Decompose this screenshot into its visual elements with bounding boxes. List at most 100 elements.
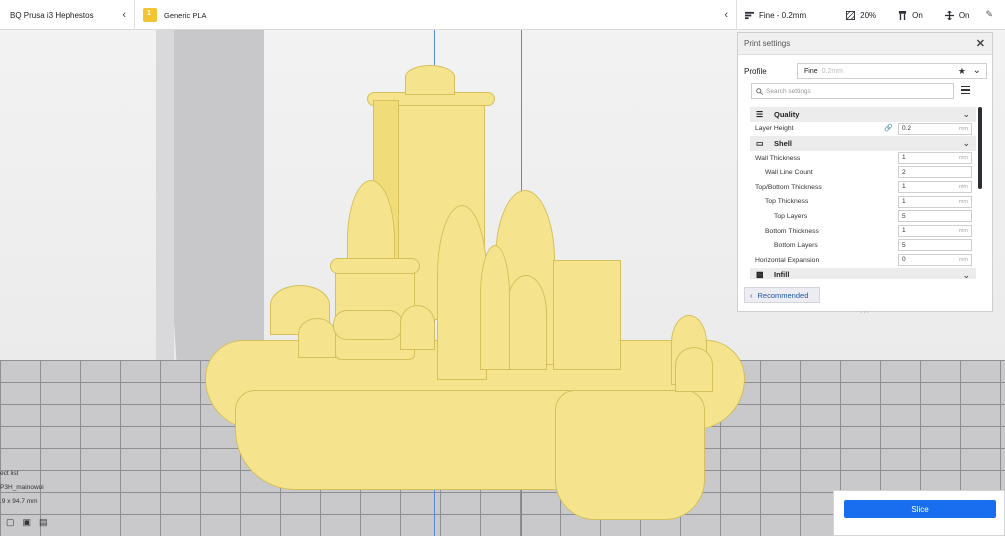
panel-title: Print settings [744,39,791,48]
setting-unit: mm [958,227,968,234]
support-icon [899,10,907,20]
cube-view-icon[interactable]: ▢ [6,517,15,528]
adhesion-icon [944,10,954,20]
setting-field[interactable]: 1 mm [898,151,972,164]
star-icon[interactable]: ★ [958,66,966,77]
setting-value: 2 [902,168,906,176]
adhesion-summary: On [944,10,970,20]
link-icon[interactable]: 🔗 [884,124,893,132]
printer-side-wall [156,30,174,390]
extruder-badge-icon [143,8,157,22]
object-list-toggle[interactable]: ect list [0,470,60,484]
setting-unit: mm [958,154,968,161]
setting-value: 0.2 [902,125,912,133]
chevron-down-icon: ⌄ [962,109,970,119]
setting-label: Top Thickness [765,198,809,206]
setting-value: 5 [902,212,906,220]
3d-model[interactable] [195,60,755,530]
setting-value: 1 [902,227,906,235]
setting-label: Bottom Thickness [765,227,819,235]
setting-field[interactable]: 5 [898,210,972,223]
setting-row: Horizontal Expansion 0 mm [750,253,976,268]
chevron-down-icon: ⌄ [962,138,970,149]
printer-name: BQ Prusa i3 Hephestos [10,10,94,20]
recommended-button[interactable]: ‹ Recommended [744,287,820,303]
setting-row: Layer Height 🔗 0.2 mm [750,122,976,137]
chevron-down-icon: ⌄ [972,65,981,76]
edit-pencil-icon[interactable]: ✎ [985,9,993,20]
quality-icon: ☰ [756,109,764,119]
setting-label: Wall Thickness [755,154,801,162]
recommended-label: Recommended [757,290,809,300]
setting-row: Top Layers 5 [750,209,976,224]
print-settings-panel: Print settings ✕ Profile Fine 0.2mm ★ ⌄ … [737,32,993,316]
slice-button[interactable]: Slice [844,500,996,518]
settings-list: ☰ Quality ⌄ Layer Height 🔗 0.2 mm ▭ Shel… [750,107,976,279]
setting-unit: mm [958,256,968,263]
object-list-info: ect list P3H_mainowoi .9 x 94.7 mm [0,470,60,512]
print-settings-summary[interactable]: Fine - 0.2mm 20% On On ✎ [737,0,1005,30]
front-view-icon[interactable]: ▣ [23,517,32,528]
infill-summary: 20% [846,10,877,20]
setting-label: Top/Bottom Thickness [755,183,822,191]
profile-sub-value: 0.2mm [821,67,844,75]
setting-label: Top Layers [774,212,808,220]
setting-field[interactable]: 0.2 mm [898,122,972,135]
profile-label: Profile [744,66,767,76]
setting-field[interactable]: 0 mm [898,253,972,266]
side-view-icon[interactable]: ▤ [39,517,48,528]
object-dimensions: .9 x 94.7 mm [0,498,38,505]
settings-menu-icon[interactable] [961,86,970,94]
category-label: Infill [774,270,790,279]
setting-value: 1 [902,183,906,191]
category-shell[interactable]: ▭ Shell ⌄ [750,136,976,151]
category-label: Quality [774,109,800,119]
category-infill[interactable]: ▩ Infill ⌄ [750,267,976,279]
category-quality[interactable]: ☰ Quality ⌄ [750,107,976,122]
search-placeholder: Search settings [766,87,811,95]
support-summary-label: On [912,10,923,20]
category-label: Shell [774,138,792,148]
resize-handle[interactable]: ··· [860,309,870,316]
setting-value: 5 [902,241,906,249]
chevron-left-icon: ‹ [750,290,753,300]
setting-value: 0 [902,256,906,264]
material-name: Generic PLA [164,10,207,20]
printer-selector[interactable]: BQ Prusa i3 Hephestos ‹ [0,0,135,30]
close-icon[interactable]: ✕ [976,37,985,50]
setting-row: Top Thickness 1 mm [750,195,976,210]
setting-unit: mm [958,198,968,205]
settings-scrollbar[interactable] [978,107,982,189]
panel-header: Print settings ✕ [738,33,992,55]
setting-label: Horizontal Expansion [755,256,820,264]
adhesion-summary-label: On [958,10,970,20]
setting-field[interactable]: 1 mm [898,195,972,208]
material-selector[interactable]: Generic PLA ‹ [135,0,737,30]
infill-summary-label: 20% [860,10,877,20]
shell-icon: ▭ [756,138,764,148]
infill-icon: ▩ [756,270,764,279]
search-icon [756,87,763,95]
slice-panel: Slice [833,490,1005,536]
setting-field[interactable]: 2 [898,166,972,179]
profile-dropdown[interactable]: Fine 0.2mm ★ ⌄ [797,63,987,79]
setting-label: Wall Line Count [765,169,813,177]
profile-summary: Fine - 0.2mm [745,11,806,20]
setting-field[interactable]: 1 mm [898,180,972,193]
setting-field[interactable]: 5 [898,239,972,252]
chevron-down-icon: ⌄ [962,269,970,279]
setting-unit: mm [958,183,968,190]
setting-unit: mm [958,125,968,132]
infill-icon [846,10,856,20]
search-settings-input[interactable]: Search settings [751,83,954,99]
setting-row: Bottom Thickness 1 mm [750,224,976,239]
setting-value: 1 [902,154,906,162]
setting-row: Wall Line Count 2 [750,165,976,180]
profile-summary-label: Fine - 0.2mm [759,10,807,20]
setting-field[interactable]: 1 mm [898,224,972,237]
chevron-left-icon: ‹ [724,9,728,21]
object-name: P3H_mainowoi [0,484,44,491]
support-summary: On [898,10,923,20]
quality-icon [745,11,754,19]
setting-value: 1 [902,198,906,206]
